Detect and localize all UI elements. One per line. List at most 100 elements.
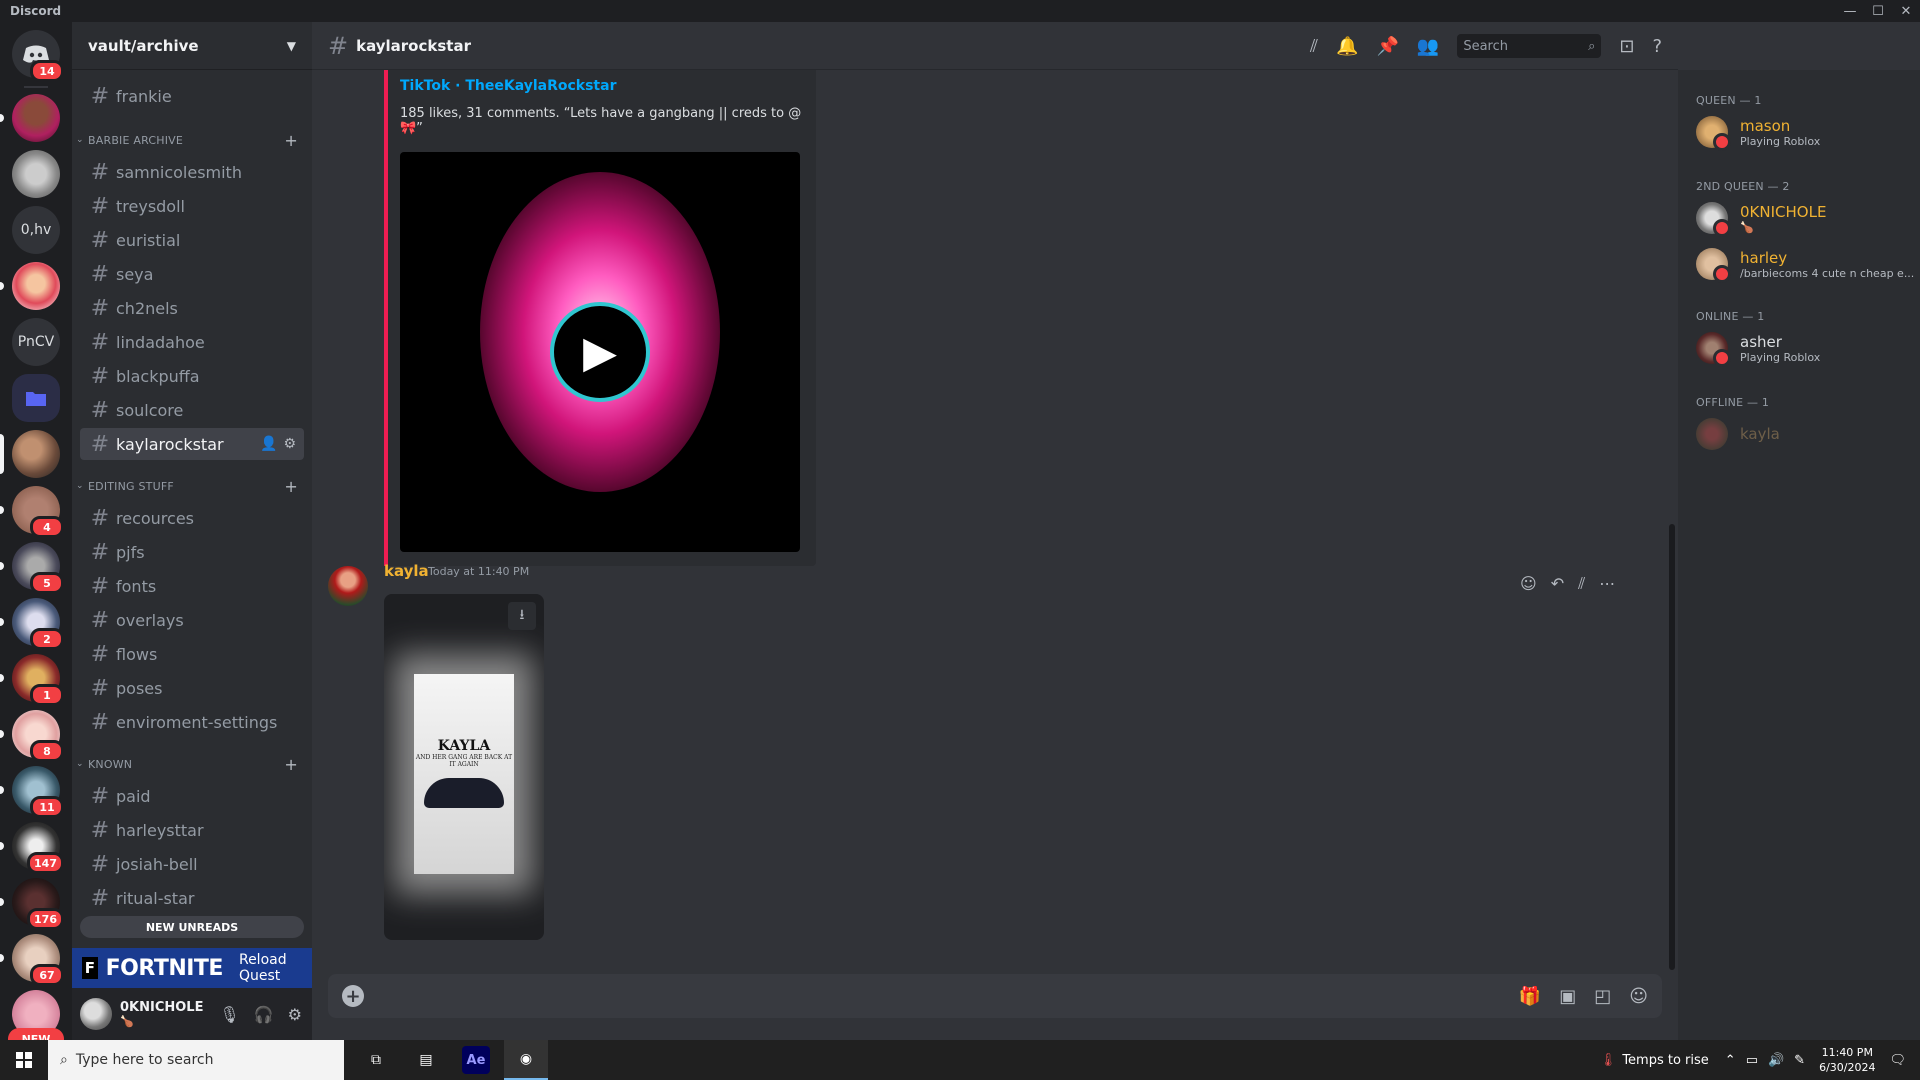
channel-item[interactable]: # ch2nels <box>80 292 304 324</box>
gif-icon[interactable]: ▣ <box>1559 986 1576 1007</box>
server-icon[interactable]: 1 <box>0 654 64 706</box>
category-editing-stuff[interactable]: ⌄ EDITING STUFF + <box>76 476 304 496</box>
member-item[interactable]: harley/barbiecoms 4 cute n cheap e... <box>1696 242 1916 286</box>
server-icon-selected[interactable] <box>0 430 60 478</box>
channel-item[interactable]: # treysdoll <box>80 190 304 222</box>
clock[interactable]: 11:40 PM 6/30/2024 <box>1819 1045 1875 1075</box>
server-icon[interactable]: 0,hv <box>12 206 60 254</box>
server-icon[interactable]: 2 <box>0 598 64 650</box>
server-icon[interactable] <box>0 262 60 310</box>
member-item[interactable]: mason Playing Roblox <box>1696 110 1916 154</box>
server-icon[interactable]: PnCV <box>12 318 60 366</box>
server-icon[interactable]: 67 <box>0 934 64 986</box>
pin-icon[interactable]: 📌 <box>1377 36 1399 57</box>
inbox-icon[interactable]: ⊡ <box>1619 36 1634 57</box>
thread-icon[interactable]: ⫽ <box>1578 574 1585 594</box>
guild-header[interactable]: vault/archive ▼ <box>72 22 312 70</box>
more-icon[interactable]: ⋯ <box>1599 574 1615 594</box>
channel-item[interactable]: # lindadahoe <box>80 326 304 358</box>
discord-home-button[interactable]: 14 <box>12 30 64 82</box>
embed-video[interactable]: ▶ <box>400 152 800 552</box>
server-icon[interactable]: 5 <box>0 542 64 594</box>
embed-site-link[interactable]: TikTok · TheeKaylaRockstar <box>400 78 616 94</box>
pen-icon[interactable]: ✎ <box>1794 1053 1805 1068</box>
sticker-icon[interactable]: ◰ <box>1594 986 1611 1007</box>
invite-icon[interactable]: 👤 <box>260 436 277 452</box>
taskbar-search-input[interactable]: ⌕ Type here to search <box>48 1040 344 1080</box>
server-icon[interactable] <box>12 150 60 198</box>
scrollbar[interactable] <box>1669 524 1675 970</box>
help-icon[interactable]: ? <box>1652 36 1662 57</box>
category-barbie-archive[interactable]: ⌄ BARBIE ARCHIVE + <box>76 130 304 150</box>
add-channel-icon[interactable]: + <box>284 477 298 496</box>
channel-item[interactable]: # frankie <box>80 80 304 112</box>
add-channel-icon[interactable]: + <box>284 755 298 774</box>
channel-item[interactable]: # ritual-star <box>80 882 304 914</box>
new-unreads-pill[interactable]: NEW <box>8 1028 64 1040</box>
discord-taskbar-icon[interactable]: ◉ <box>504 1040 548 1080</box>
after-effects-icon[interactable]: Ae <box>462 1046 490 1074</box>
channel-item[interactable]: # josiah-bell <box>80 848 304 880</box>
folder-button[interactable] <box>12 374 60 422</box>
message-attachment[interactable]: KAYLA AND HER GANG ARE BACK AT IT AGAIN … <box>384 594 544 940</box>
members-icon[interactable]: 👥 <box>1417 36 1439 57</box>
bell-icon[interactable]: 🔔 <box>1336 36 1358 57</box>
microphone-icon[interactable]: 🎙 <box>219 1005 239 1024</box>
channel-item[interactable]: # harleysttar <box>80 814 304 846</box>
download-icon[interactable]: ⭳ <box>508 602 536 630</box>
minimize-icon[interactable]: — <box>1836 0 1864 22</box>
channel-item[interactable]: # euristial <box>80 224 304 256</box>
notifications-icon[interactable]: 🗨 <box>1889 1053 1906 1068</box>
category-known[interactable]: ⌄ KNOWN + <box>76 754 304 774</box>
channel-item[interactable]: # enviroment-settings <box>80 706 304 738</box>
message-composer[interactable]: + 🎁 ▣ ◰ ☺ <box>328 974 1662 1018</box>
notepad-icon[interactable]: ▤ <box>404 1040 448 1080</box>
quest-banner[interactable]: F FORTNITE Reload Quest <box>72 948 312 988</box>
chevron-up-icon[interactable]: ⌃ <box>1725 1053 1736 1068</box>
gear-icon[interactable]: ⚙ <box>288 1005 302 1024</box>
channel-item[interactable]: # poses <box>80 672 304 704</box>
channel-item[interactable]: # soulcore <box>80 394 304 426</box>
channel-item[interactable]: # fonts <box>80 570 304 602</box>
server-icon[interactable]: 4 <box>0 486 64 538</box>
channel-item[interactable]: # pjfs <box>80 536 304 568</box>
channel-item[interactable]: # paid <box>80 780 304 812</box>
message-author[interactable]: kayla <box>384 562 429 580</box>
channel-item[interactable]: # seya <box>80 258 304 290</box>
channel-item[interactable]: # flows <box>80 638 304 670</box>
windows-start-icon[interactable] <box>0 1040 48 1080</box>
channel-item[interactable]: # samnicolesmith <box>80 156 304 188</box>
threads-icon[interactable]: ⫽ <box>1310 36 1318 57</box>
maximize-icon[interactable]: ☐ <box>1864 0 1892 22</box>
emoji-icon[interactable]: ☺ <box>1629 986 1648 1007</box>
close-icon[interactable]: ✕ <box>1892 0 1920 22</box>
gift-icon[interactable]: 🎁 <box>1519 986 1541 1007</box>
server-icon[interactable] <box>0 94 60 142</box>
headphones-icon[interactable]: 🎧 <box>254 1005 274 1024</box>
add-reaction-icon[interactable]: ☺ <box>1520 574 1537 594</box>
volume-icon[interactable]: 🔊 <box>1768 1053 1784 1068</box>
search-input[interactable]: Search ⌕ <box>1457 34 1602 58</box>
member-item[interactable]: asher Playing Roblox <box>1696 326 1916 370</box>
reply-icon[interactable]: ↶ <box>1551 574 1564 594</box>
task-view-icon[interactable]: ⧉ <box>354 1040 398 1080</box>
channel-item[interactable]: # overlays <box>80 604 304 636</box>
avatar[interactable] <box>80 998 112 1030</box>
channel-item-selected[interactable]: # kaylarockstar 👤 ⚙ <box>80 428 304 460</box>
server-icon[interactable]: 8 <box>0 710 64 762</box>
new-unreads-button[interactable]: NEW UNREADS <box>80 916 304 938</box>
member-item-offline[interactable]: kayla <box>1696 412 1916 456</box>
play-icon[interactable]: ▶ <box>550 302 650 402</box>
server-icon[interactable]: 11 <box>0 766 64 818</box>
weather-text[interactable]: Temps to rise <box>1622 1053 1708 1068</box>
add-channel-icon[interactable]: + <box>284 131 298 150</box>
member-item[interactable]: 0KNICHOLE 🍗 <box>1696 196 1916 240</box>
network-icon[interactable]: ▭ <box>1746 1053 1758 1068</box>
gear-icon[interactable]: ⚙ <box>283 436 296 452</box>
avatar[interactable] <box>328 566 368 606</box>
add-attachment-icon[interactable]: + <box>342 985 364 1007</box>
server-icon[interactable]: 147 <box>0 822 64 874</box>
channel-item[interactable]: # recources <box>80 502 304 534</box>
server-icon[interactable]: 176 <box>0 878 64 930</box>
channel-item[interactable]: # blackpuffa <box>80 360 304 392</box>
